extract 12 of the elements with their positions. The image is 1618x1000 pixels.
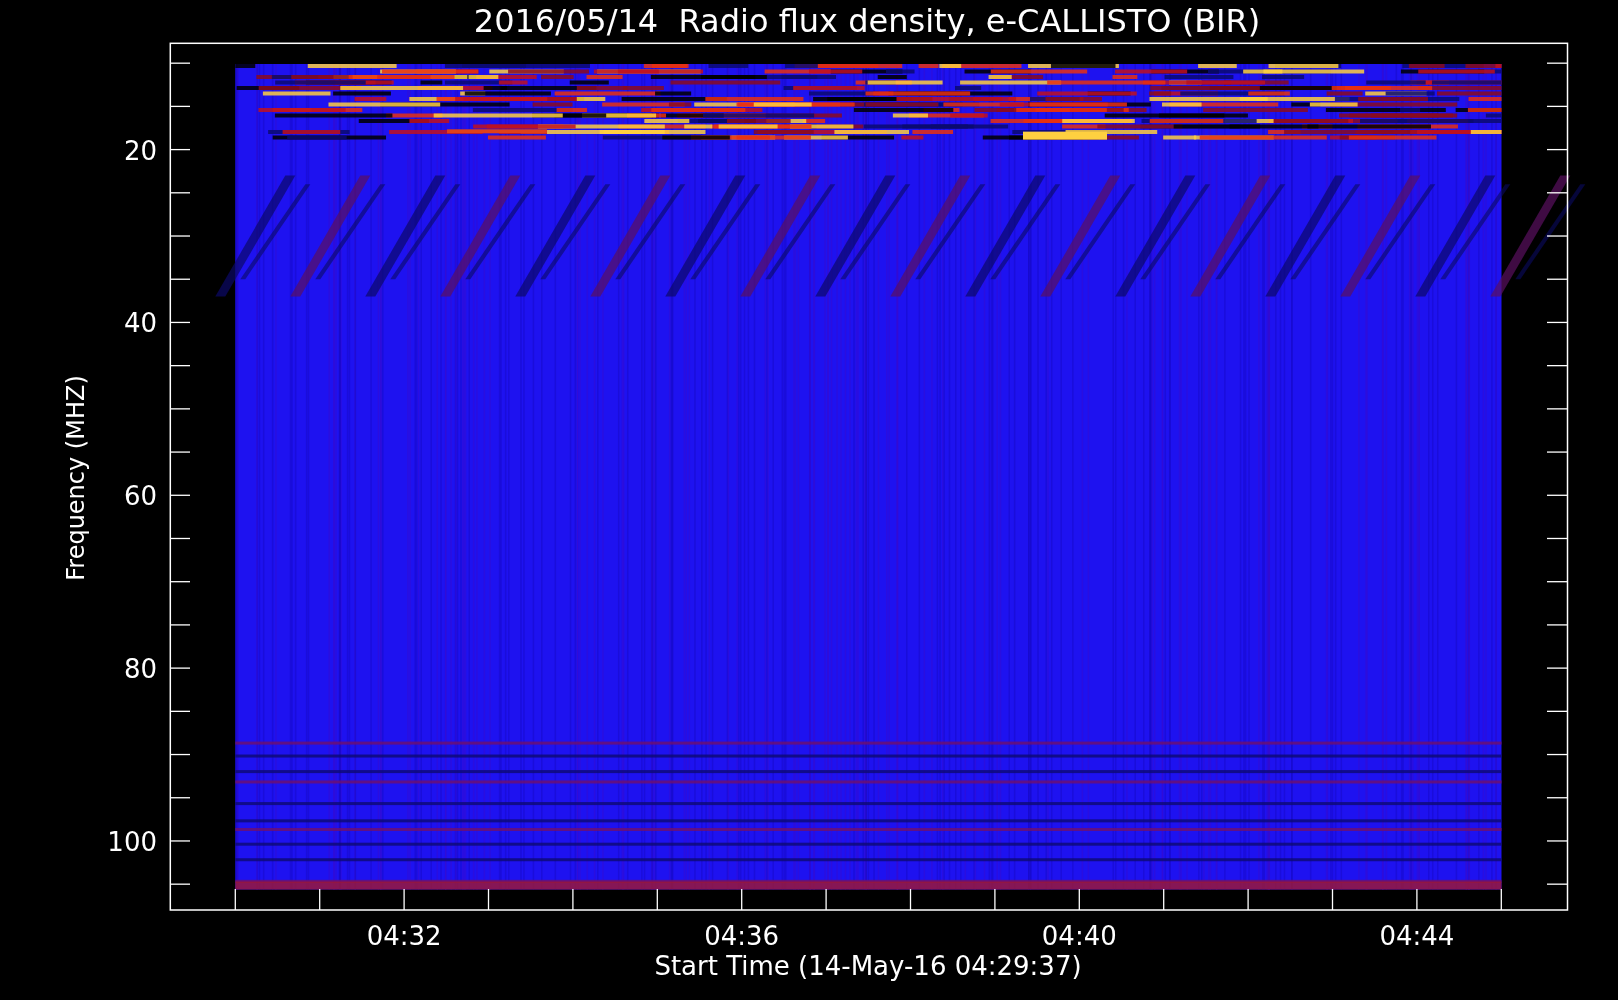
x-tick-label: 04:44 xyxy=(1379,921,1455,951)
chart-title: 2016/05/14 Radio flux density, e-CALLISTO (BIR) xyxy=(473,2,1261,40)
x-tick-label: 04:36 xyxy=(704,921,780,951)
y-tick-label: 80 xyxy=(123,654,157,685)
x-tick-label: 04:40 xyxy=(1041,921,1117,951)
y-tick-label: 100 xyxy=(107,826,157,857)
x-axis-label: Start Time (14-May-16 04:29:37) xyxy=(654,951,1082,981)
x-tick-label: 04:32 xyxy=(366,921,442,951)
y-tick-label: 20 xyxy=(123,135,157,166)
y-tick-label: 40 xyxy=(123,308,157,339)
y-tick-label: 60 xyxy=(123,481,157,512)
y-axis-label: Frequency (MHZ) xyxy=(62,375,90,581)
